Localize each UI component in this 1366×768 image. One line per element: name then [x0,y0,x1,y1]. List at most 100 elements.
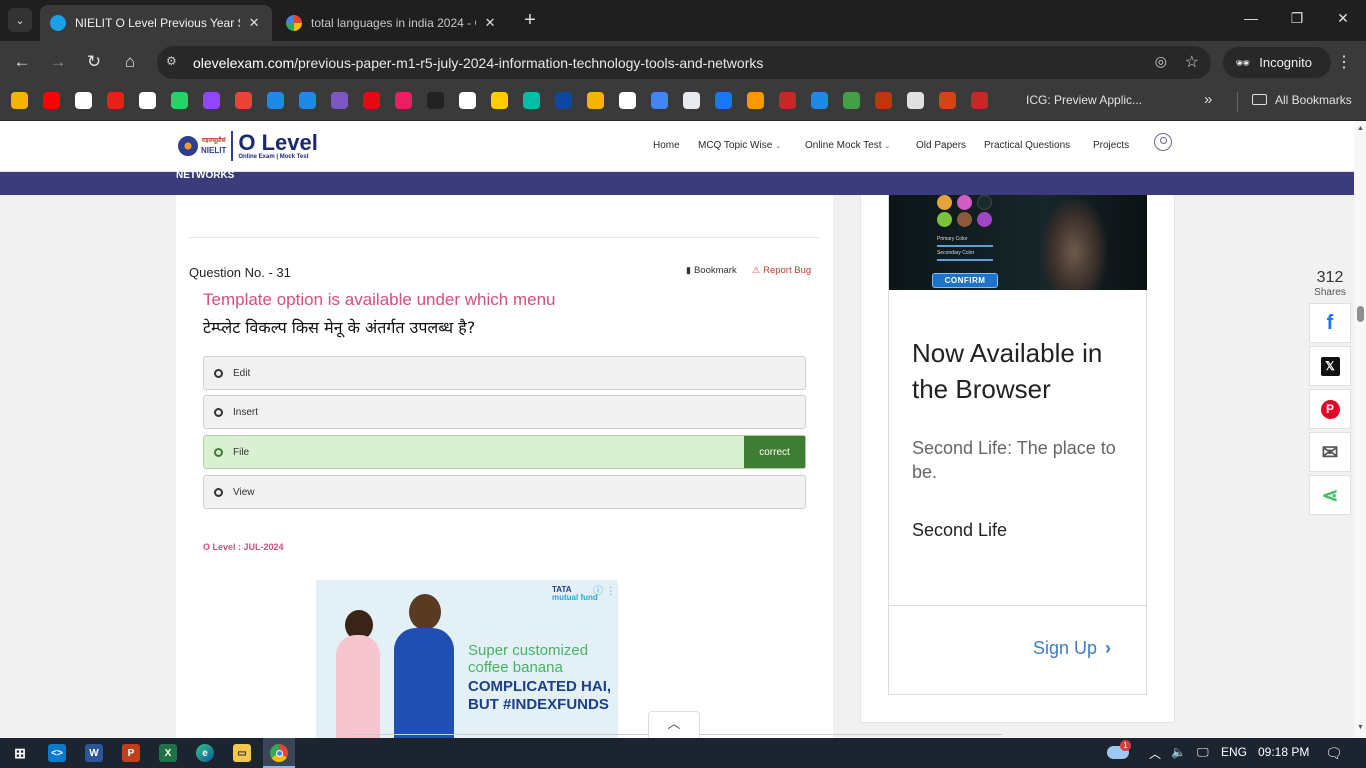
tray-chevron-icon[interactable]: ︿ [1149,745,1161,762]
scroll-down-icon[interactable]: ▼ [1357,724,1364,731]
bookmark-favicon-icon[interactable] [811,92,828,109]
tracking-protection-icon[interactable]: ◎ [1155,53,1167,70]
page-scrollbar[interactable]: ▲ ▼ [1354,121,1366,738]
bookmark-favicon-icon[interactable] [43,92,60,109]
bookmark-favicon-icon[interactable] [875,92,892,109]
tab-olevel[interactable]: NIELIT O Level Previous Year So ✕ [40,5,272,41]
share-pinterest-button[interactable]: P [1309,389,1351,429]
nav-projects[interactable]: Projects [1093,140,1129,151]
edge-icon[interactable]: e [196,744,214,762]
bookmark-icg-preview[interactable]: ICG: Preview Applic... [1026,93,1142,107]
bookmark-button[interactable]: ▮ Bookmark [686,265,737,276]
bookmark-favicon-icon[interactable] [747,92,764,109]
incognito-indicator[interactable]: 🕶 Incognito [1223,47,1331,78]
bookmark-favicon-icon[interactable] [683,92,700,109]
chrome-icon[interactable] [270,744,288,762]
bookmark-favicon-icon[interactable] [107,92,124,109]
file-explorer-icon[interactable]: ▭ [233,744,251,762]
bookmark-favicon-icon[interactable] [971,92,988,109]
volume-icon[interactable]: 🔈 [1171,745,1186,759]
radio-button[interactable] [214,368,223,378]
nav-home[interactable]: Home [653,140,680,151]
bookmark-favicon-icon[interactable] [363,92,380,109]
radio-button[interactable] [214,487,223,497]
powerpoint-icon[interactable]: P [122,744,140,762]
network-icon[interactable]: 🖵 [1197,745,1209,760]
home-button[interactable]: ⌂ [118,51,142,75]
scroll-up-icon[interactable]: ▲ [1357,125,1364,132]
bookmark-favicon-icon[interactable] [587,92,604,109]
browser-menu-icon[interactable]: ⋮ [1336,52,1352,72]
sign-up-button[interactable]: Sign Up › [1033,638,1111,659]
forward-button[interactable]: → [46,51,70,75]
share-x-button[interactable]: 𝕏 [1309,346,1351,386]
bookmark-favicon-icon[interactable] [619,92,636,109]
address-bar[interactable]: ⚙ olevelexam.com/previous-paper-m1-r5-ju… [157,46,1211,79]
back-button[interactable]: ← [10,51,34,75]
bookmark-favicon-icon[interactable] [907,92,924,109]
option-edit[interactable]: Edit [203,356,806,390]
bookmark-favicon-icon[interactable] [171,92,188,109]
bookmark-favicon-icon[interactable] [75,92,92,109]
site-logo[interactable]: राइलसूप्रौसं NIELIT O Level Online Exam |… [178,129,318,163]
option-insert[interactable]: Insert [203,395,806,429]
bookmark-star-icon[interactable]: ☆ [1185,52,1199,72]
bookmark-favicon-icon[interactable] [427,92,444,109]
scroll-to-top-button[interactable]: ︿ [648,711,700,738]
bookmark-favicon-icon[interactable] [235,92,252,109]
tab-google-search[interactable]: total languages in india 2024 - G ✕ [276,5,508,41]
action-center-icon[interactable]: 🗨 [1325,745,1343,762]
vscode-icon[interactable]: <> [48,744,66,762]
bookmark-favicon-icon[interactable] [715,92,732,109]
close-tab-icon[interactable]: ✕ [246,15,262,31]
more-bookmarks-icon[interactable]: » [1204,91,1212,108]
tata-mutual-fund-ad[interactable]: TATA mutual fund ⓘ ⋮ Super customized cof… [316,580,618,738]
bookmark-favicon-icon[interactable] [651,92,668,109]
new-tab-button[interactable]: + [518,9,542,32]
second-life-ad[interactable]: Primary Color Secondary Color CONFIRM No… [888,195,1147,695]
share-email-button[interactable]: ✉ [1309,432,1351,472]
nav-mcq-topic-wise[interactable]: MCQ Topic Wise ⌄ [698,140,781,151]
option-view[interactable]: View [203,475,806,509]
scrollbar-thumb[interactable] [1357,306,1364,322]
bookmark-favicon-icon[interactable] [555,92,572,109]
bookmark-favicon-icon[interactable] [779,92,796,109]
bookmark-favicon-icon[interactable] [267,92,284,109]
site-info-icon[interactable]: ⚙ [166,54,177,68]
clock[interactable]: 09:18 PM [1258,745,1309,759]
nav-online-mock-test[interactable]: Online Mock Test ⌄ [805,140,890,151]
word-icon[interactable]: W [85,744,103,762]
bookmark-favicon-icon[interactable] [139,92,156,109]
bookmark-favicon-icon[interactable] [523,92,540,109]
question-source-link[interactable]: O Level : JUL-2024 [203,542,284,552]
bookmark-favicon-icon[interactable] [331,92,348,109]
windows-start-icon[interactable]: ⊞ [11,744,29,762]
close-window-button[interactable]: ✕ [1328,10,1358,27]
share-more-button[interactable]: ⋖ [1309,475,1351,515]
user-account-icon[interactable] [1154,133,1172,151]
tab-search-icon[interactable]: ⌄ [8,8,32,32]
bookmark-favicon-icon[interactable] [203,92,220,109]
bookmark-favicon-icon[interactable] [939,92,956,109]
option-file[interactable]: File correct [203,435,806,469]
bookmark-favicon-icon[interactable] [299,92,316,109]
radio-button[interactable] [214,447,223,457]
bookmark-favicon-icon[interactable] [459,92,476,109]
bookmark-favicon-icon[interactable] [491,92,508,109]
nav-old-papers[interactable]: Old Papers [916,140,966,151]
all-bookmarks-button[interactable]: All Bookmarks [1252,93,1352,107]
bookmark-favicon-icon[interactable] [11,92,28,109]
radio-button[interactable] [214,407,223,417]
report-bug-button[interactable]: ⚠ Report Bug [752,265,811,276]
language-indicator[interactable]: ENG [1221,745,1247,759]
bookmark-favicon-icon[interactable] [395,92,412,109]
excel-icon[interactable]: X [159,744,177,762]
minimize-button[interactable]: — [1236,10,1266,26]
share-facebook-button[interactable]: f [1309,303,1351,343]
restore-button[interactable]: ❐ [1282,10,1312,27]
ad-info-icon[interactable]: ⓘ ⋮ [593,582,616,597]
nav-practical-questions[interactable]: Practical Questions [984,140,1070,151]
reload-button[interactable]: ↻ [82,51,106,75]
bookmark-favicon-icon[interactable] [843,92,860,109]
close-tab-icon[interactable]: ✕ [482,15,498,31]
